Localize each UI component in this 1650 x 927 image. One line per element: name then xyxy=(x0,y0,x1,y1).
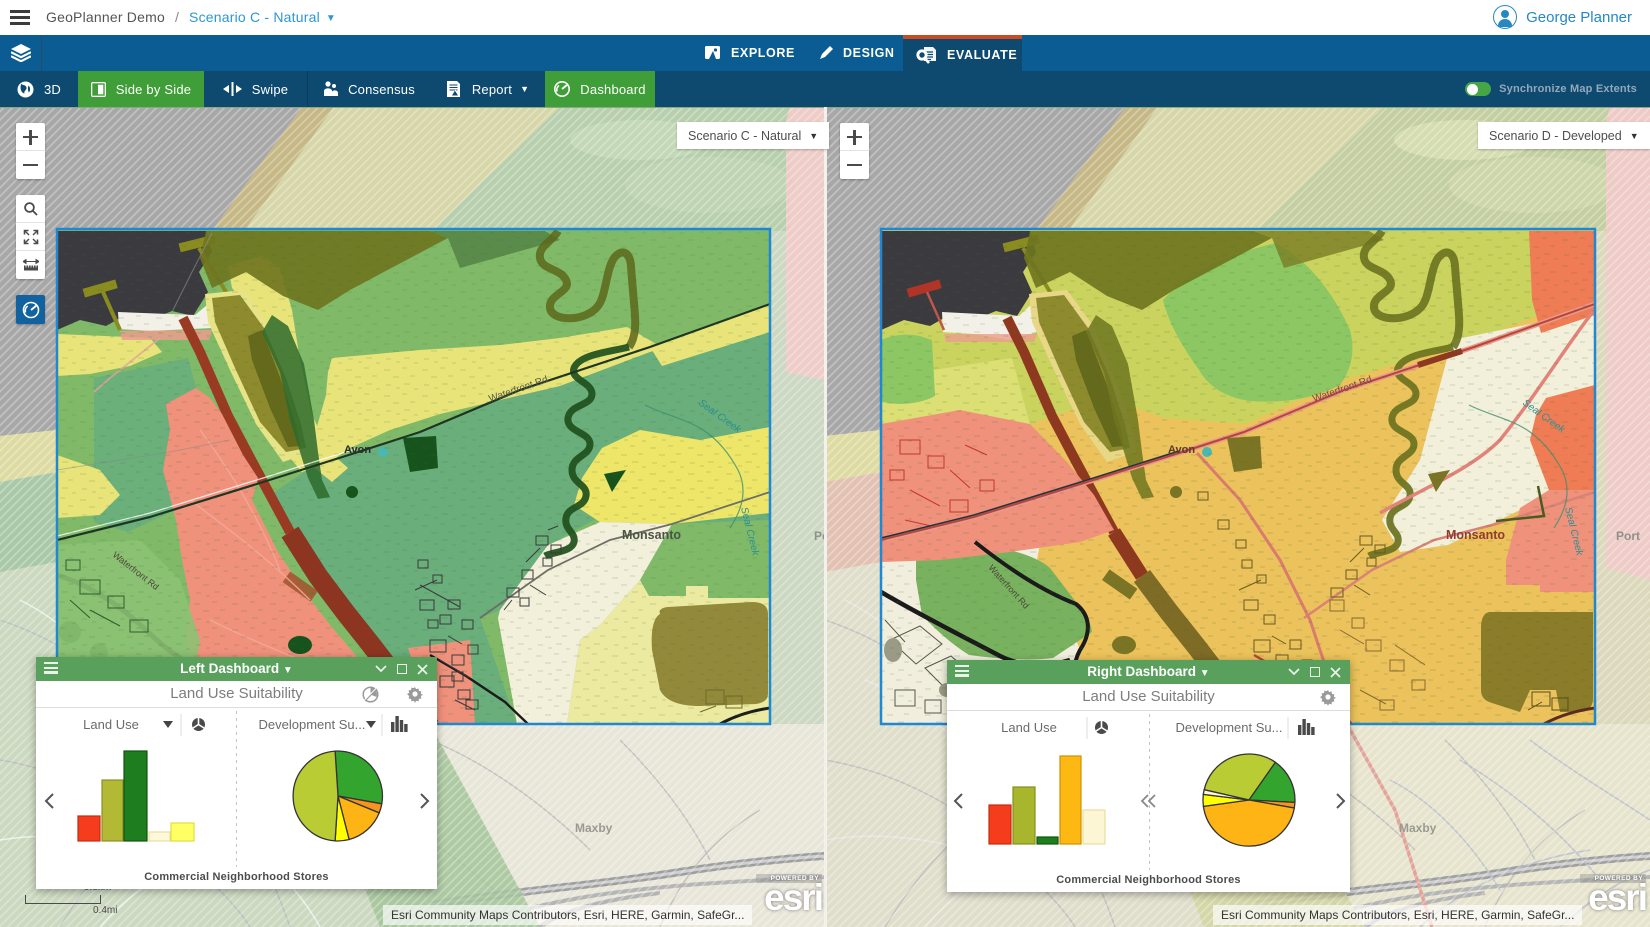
svg-text:Development Su...: Development Su... xyxy=(1176,720,1283,735)
svg-text:Maxby: Maxby xyxy=(575,821,613,835)
svg-text:Maxby: Maxby xyxy=(1399,821,1437,835)
svg-text:Monsanto: Monsanto xyxy=(622,528,681,542)
svg-text:Monsanto: Monsanto xyxy=(1446,528,1505,542)
svg-text:Avon: Avon xyxy=(1168,444,1195,456)
svg-text:Land Use: Land Use xyxy=(1001,720,1057,735)
svg-text:Development Su...: Development Su... xyxy=(259,717,366,732)
svg-text:Avon: Avon xyxy=(344,444,371,456)
svg-text:Port: Port xyxy=(1616,529,1640,543)
svg-text:Land Use: Land Use xyxy=(83,717,139,732)
